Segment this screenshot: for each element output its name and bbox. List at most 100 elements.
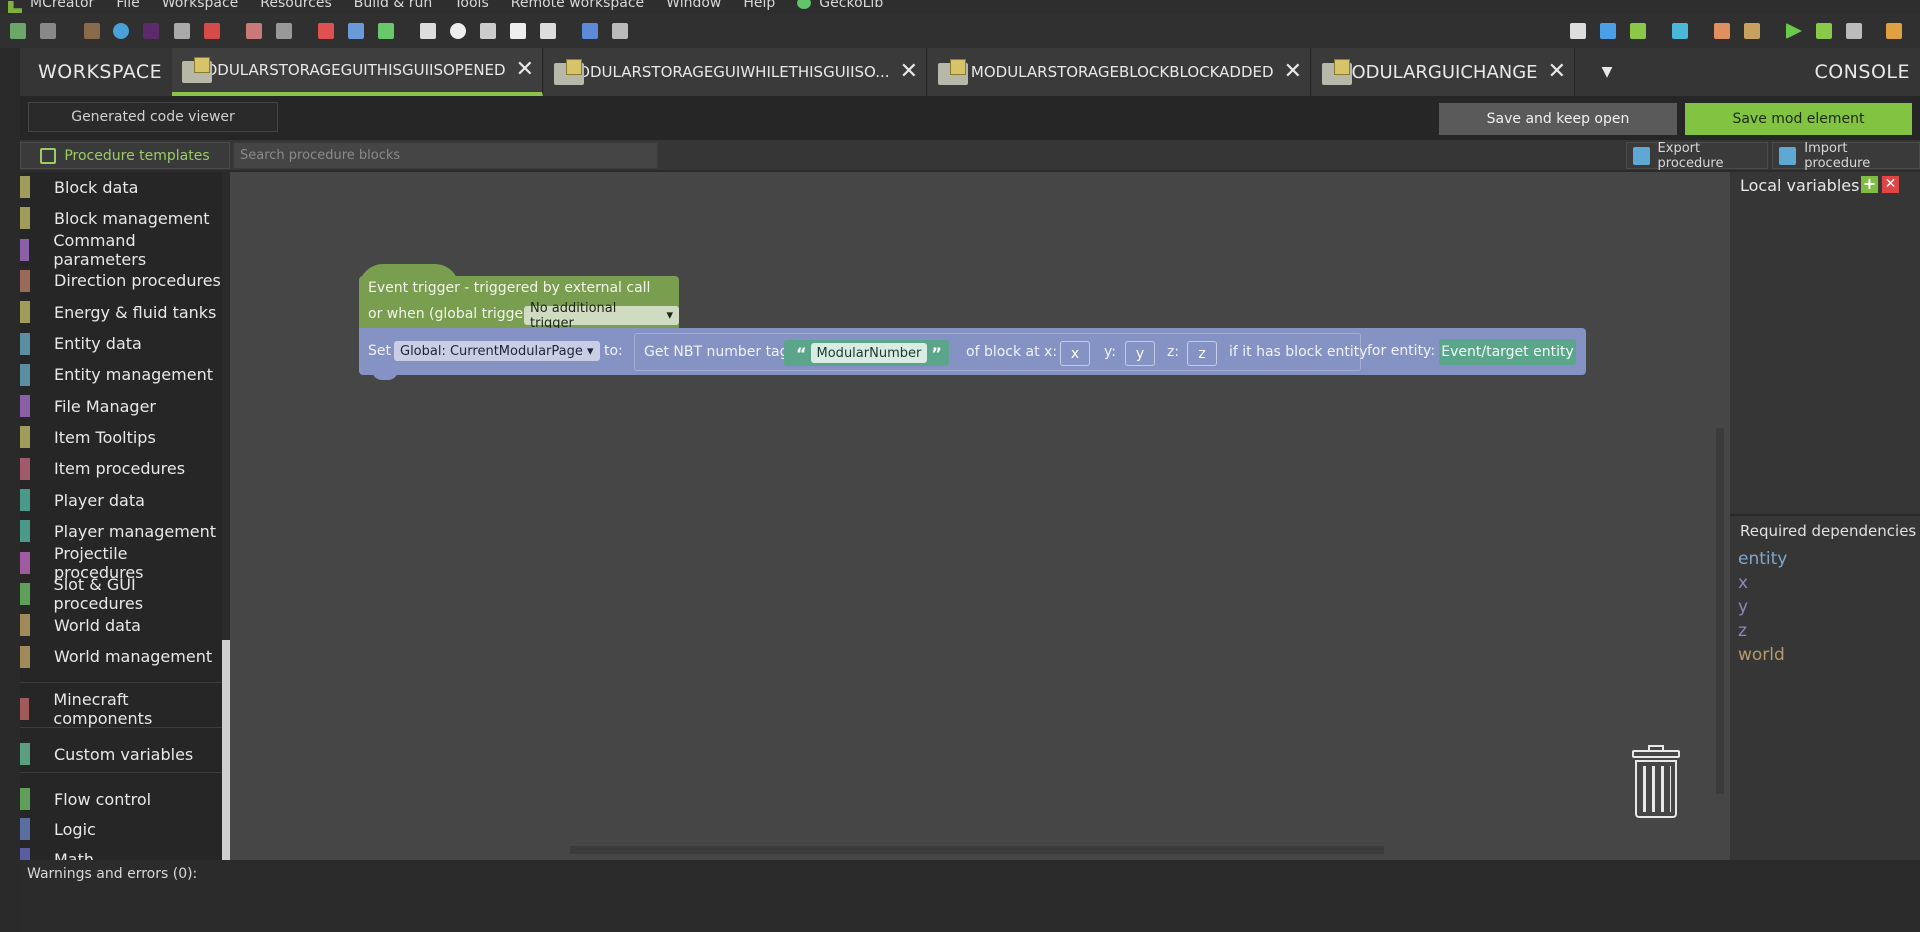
entity-icon[interactable] bbox=[143, 23, 159, 39]
category-flow-control[interactable]: Flow control bbox=[20, 784, 222, 814]
category-item-tooltips[interactable]: Item Tooltips bbox=[20, 422, 222, 452]
category-entity-data[interactable]: Entity data bbox=[20, 329, 222, 359]
pen-icon[interactable] bbox=[612, 23, 628, 39]
tabs-dropdown-icon[interactable]: ▼ bbox=[1576, 48, 1638, 96]
category-player-management[interactable]: Player management bbox=[20, 516, 222, 546]
achievement-icon[interactable] bbox=[450, 23, 466, 39]
export-procedure-button[interactable]: Export procedure bbox=[1626, 141, 1768, 171]
close-icon[interactable]: ✕ bbox=[900, 61, 918, 83]
tab-console[interactable]: CONSOLE bbox=[1814, 48, 1910, 96]
category-player-data[interactable]: Player data bbox=[20, 485, 222, 515]
warnings-and-errors-label: Warnings and errors (0): bbox=[27, 866, 198, 882]
export-mod-icon[interactable] bbox=[1886, 23, 1902, 39]
armor-icon[interactable] bbox=[174, 23, 190, 39]
tab-workspace[interactable]: WORKSPACE bbox=[20, 48, 172, 96]
blockly-workspace[interactable]: Event trigger - triggered by external ca… bbox=[230, 172, 1730, 860]
structure-icon[interactable] bbox=[276, 23, 292, 39]
category-scrollbar[interactable] bbox=[222, 640, 230, 860]
recipe-icon[interactable] bbox=[420, 23, 436, 39]
gui-icon[interactable] bbox=[318, 23, 334, 39]
menu-geckolib[interactable]: GeckoLib bbox=[819, 0, 883, 10]
category-item-procedures[interactable]: Item procedures bbox=[20, 454, 222, 484]
menu-build-run[interactable]: Build & run bbox=[354, 0, 432, 10]
category-slot-gui-procedures[interactable]: Slot & GUI procedures bbox=[20, 575, 222, 613]
export-workspace-icon[interactable] bbox=[1672, 23, 1688, 39]
grid-icon[interactable] bbox=[378, 23, 394, 39]
close-icon[interactable]: ✕ bbox=[1284, 61, 1302, 83]
model-icon[interactable] bbox=[113, 23, 129, 39]
variable-dropdown[interactable]: Global: CurrentModularPage ▾ bbox=[394, 341, 600, 361]
x-input-block[interactable]: x bbox=[1060, 341, 1090, 366]
trash-icon[interactable] bbox=[1632, 745, 1680, 820]
category-block-data[interactable]: Block data bbox=[20, 172, 222, 202]
menu-help[interactable]: Help bbox=[743, 0, 775, 10]
build-icon[interactable] bbox=[1744, 23, 1760, 39]
localization-icon[interactable] bbox=[582, 23, 598, 39]
git-pull-icon[interactable] bbox=[1600, 23, 1616, 39]
category-logic[interactable]: Logic bbox=[20, 814, 222, 844]
menu-remote-workspace[interactable]: Remote workspace bbox=[511, 0, 644, 10]
layout-icon[interactable] bbox=[348, 23, 364, 39]
texture-icon[interactable] bbox=[246, 23, 262, 39]
close-icon[interactable]: ✕ bbox=[1548, 61, 1566, 83]
category-energy-fluid-tanks[interactable]: Energy & fluid tanks bbox=[20, 297, 222, 327]
category-color-swatch bbox=[20, 269, 30, 292]
event-target-entity-block[interactable]: Event/target entity bbox=[1439, 339, 1576, 365]
stop-icon[interactable] bbox=[1846, 23, 1862, 39]
block-icon[interactable] bbox=[84, 23, 100, 39]
category-minecraft-components[interactable]: Minecraft components bbox=[20, 690, 222, 728]
git-push-icon[interactable] bbox=[1630, 23, 1646, 39]
text-literal-block[interactable]: “ ModularNumber ” bbox=[784, 340, 949, 366]
variables-icon[interactable] bbox=[510, 23, 526, 39]
menu-window[interactable]: Window bbox=[666, 0, 721, 10]
run-client-icon[interactable] bbox=[1786, 23, 1802, 39]
category-world-management[interactable]: World management bbox=[20, 642, 222, 672]
workspace-vertical-scrollbar[interactable] bbox=[1716, 428, 1724, 794]
add-variable-icon[interactable]: + bbox=[1861, 176, 1878, 193]
menu-resources[interactable]: Resources bbox=[260, 0, 332, 10]
category-projectile-procedures[interactable]: Projectile procedures bbox=[20, 544, 222, 582]
category-custom-variables[interactable]: Custom variables bbox=[20, 739, 222, 769]
git-branch-icon[interactable] bbox=[1570, 23, 1586, 39]
category-command-parameters[interactable]: Command parameters bbox=[20, 231, 222, 269]
tab-modularguichange[interactable]: MODULARGUICHANGE ✕ bbox=[1312, 48, 1575, 96]
category-file-manager[interactable]: File Manager bbox=[20, 391, 222, 421]
category-label: Logic bbox=[54, 819, 96, 839]
menu-tools[interactable]: Tools bbox=[454, 0, 489, 10]
global-trigger-dropdown[interactable]: No additional trigger ▾ bbox=[524, 301, 679, 331]
category-math[interactable]: Math bbox=[20, 844, 222, 860]
y-input-block[interactable]: y bbox=[1125, 341, 1155, 366]
image-editor-icon[interactable] bbox=[40, 23, 56, 39]
menu-file[interactable]: File bbox=[116, 0, 139, 10]
tab-modularstorageguiwhilethisguiiso[interactable]: MODULARSTORAGEGUIWHILETHISGUIISO... ✕ bbox=[544, 48, 927, 96]
search-procedure-blocks-input[interactable] bbox=[233, 142, 658, 169]
set-variable-block[interactable]: Set Global: CurrentModularPage ▾ to: Get… bbox=[359, 328, 1586, 375]
workspace-horizontal-scrollbar[interactable] bbox=[570, 846, 1384, 854]
category-block-management[interactable]: Block management bbox=[20, 203, 222, 233]
workspace-icon[interactable] bbox=[10, 23, 26, 39]
category-world-data[interactable]: World data bbox=[20, 610, 222, 640]
menu-workspace[interactable]: Workspace bbox=[162, 0, 239, 10]
event-trigger-block[interactable]: Event trigger - triggered by external ca… bbox=[359, 276, 679, 332]
gradle-icon[interactable] bbox=[1714, 23, 1730, 39]
tab-modularstorageguithisguiisopened[interactable]: MODULARSTORAGEGUITHISGUIISOPENED ✕ bbox=[172, 48, 543, 96]
run-server-icon[interactable] bbox=[1816, 23, 1832, 39]
sound-icon[interactable] bbox=[204, 23, 220, 39]
save-mod-element-button[interactable]: Save mod element bbox=[1685, 103, 1912, 135]
generated-code-viewer-button[interactable]: Generated code viewer bbox=[28, 102, 278, 132]
tag-icon[interactable] bbox=[480, 23, 496, 39]
get-nbt-number-block[interactable]: Get NBT number tag “ ModularNumber ” of … bbox=[634, 333, 1368, 371]
category-direction-procedures[interactable]: Direction procedures bbox=[20, 266, 222, 296]
cloud-icon[interactable] bbox=[540, 23, 556, 39]
import-procedure-button[interactable]: Import procedure bbox=[1772, 141, 1920, 171]
remove-variable-icon[interactable]: ✕ bbox=[1882, 176, 1899, 193]
global-trigger-text: or when (global trigger): bbox=[368, 306, 540, 322]
save-and-keep-open-button[interactable]: Save and keep open bbox=[1439, 103, 1677, 135]
category-entity-management[interactable]: Entity management bbox=[20, 360, 222, 390]
tab-modularstorageblockblockadded[interactable]: MODULARSTORAGEBLOCKBLOCKADDED ✕ bbox=[928, 48, 1311, 96]
menu-mcreator[interactable]: MCreator bbox=[30, 0, 94, 10]
z-input-block[interactable]: z bbox=[1187, 341, 1217, 366]
close-icon[interactable]: ✕ bbox=[516, 59, 534, 81]
nbt-tag-field[interactable]: ModularNumber bbox=[810, 343, 928, 363]
procedure-templates-button[interactable]: Procedure templates bbox=[20, 142, 230, 169]
